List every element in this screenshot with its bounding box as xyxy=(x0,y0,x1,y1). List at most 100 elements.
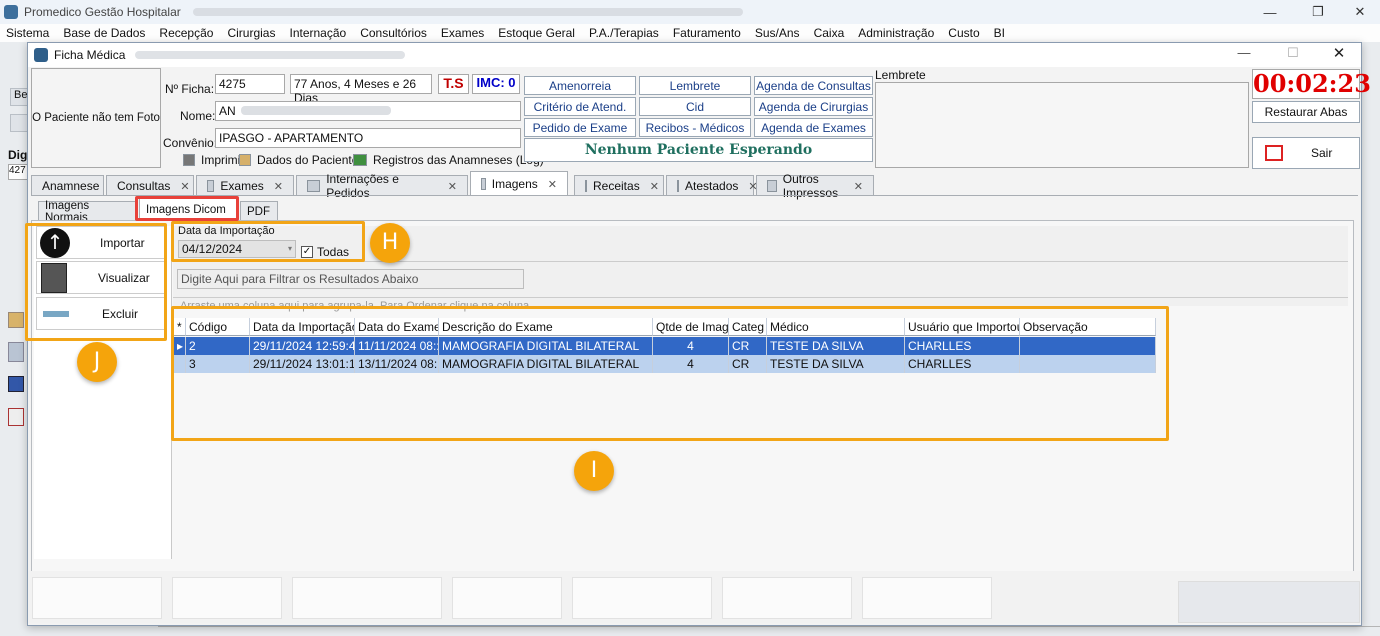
tab-label: Imagens xyxy=(491,177,538,191)
tab-icon xyxy=(585,180,587,192)
window-title-bar: Ficha Médica xyxy=(28,43,1361,67)
window-minimize-icon[interactable]: — xyxy=(1233,45,1255,65)
window-close-icon[interactable]: ✕ xyxy=(1328,44,1350,64)
menu-item-faturamento[interactable]: Faturamento xyxy=(673,26,741,40)
tab-atestados[interactable]: Atestados ✕ xyxy=(666,175,758,196)
tab-close-icon[interactable]: ✕ xyxy=(548,178,557,191)
menu-item-consult-rios[interactable]: Consultórios xyxy=(360,26,427,40)
tab-consultas[interactable]: Consultas ✕ xyxy=(106,175,194,196)
action-lembrete-button[interactable]: Lembrete xyxy=(639,76,751,95)
menu-item-bi[interactable]: BI xyxy=(994,26,1005,40)
menu-item-p-a-terapias[interactable]: P.A./Terapias xyxy=(589,26,659,40)
tab-icon xyxy=(307,180,321,192)
action-agenda-de-consultas-button[interactable]: Agenda de Consultas xyxy=(754,76,873,95)
tab-label: Anamnese xyxy=(42,179,100,193)
close-app-icon[interactable]: ✕ xyxy=(1338,0,1380,24)
sair-label: Sair xyxy=(1311,146,1333,160)
tab-anamnese[interactable]: Anamnese xyxy=(31,175,104,196)
tab-close-icon[interactable]: ✕ xyxy=(274,180,283,193)
bottom-toolbar-buttons xyxy=(32,577,992,621)
bottom-toolbar-button[interactable] xyxy=(172,577,282,619)
nome-blurred xyxy=(241,106,392,115)
tab-label: Exames xyxy=(220,179,264,193)
menu-item-administra-o[interactable]: Administração xyxy=(858,26,934,40)
action-crit-rio-de-atend--button[interactable]: Critério de Atend. xyxy=(524,97,636,116)
background-label: Dig xyxy=(8,148,28,162)
bottom-toolbar-button[interactable] xyxy=(292,577,442,619)
tab-close-icon[interactable]: ✕ xyxy=(854,180,863,193)
window-maximize-icon[interactable]: ☐ xyxy=(1282,45,1304,65)
menu-item-sistema[interactable]: Sistema xyxy=(6,26,49,40)
menu-item-recep-o[interactable]: Recepção xyxy=(159,26,213,40)
bottom-toolbar-button[interactable] xyxy=(452,577,562,619)
menu-item-sus-ans[interactable]: Sus/Ans xyxy=(755,26,800,40)
tab-outros-impressos[interactable]: Outros Impressos ✕ xyxy=(756,172,874,200)
patient-photo[interactable]: O Paciente não tem Foto xyxy=(31,68,161,168)
menu-item-estoque-geral[interactable]: Estoque Geral xyxy=(498,26,575,40)
imprimir-button[interactable]: Imprimir xyxy=(183,153,244,167)
tab-close-icon[interactable]: ✕ xyxy=(650,180,659,193)
bottom-toolbar-button[interactable] xyxy=(572,577,712,619)
bottom-toolbar-button[interactable] xyxy=(722,577,852,619)
window-title: Ficha Médica xyxy=(54,48,126,62)
app-logo-icon xyxy=(4,5,18,19)
search-input[interactable]: Digite Aqui para Filtrar os Resultados A… xyxy=(177,269,524,289)
menu-item-custo[interactable]: Custo xyxy=(948,26,979,40)
imc-badge: IMC: 0 xyxy=(472,74,520,94)
action-amenorreia-button[interactable]: Amenorreia xyxy=(524,76,636,95)
bottom-toolbar-button[interactable] xyxy=(862,577,992,619)
background-icon[interactable] xyxy=(8,408,24,426)
ficha-label: Nº Ficha: xyxy=(165,82,215,96)
window-logo-icon xyxy=(34,48,48,62)
restore-icon[interactable]: ❐ xyxy=(1296,0,1340,24)
highlight-h xyxy=(171,221,365,262)
background-icon[interactable] xyxy=(8,376,24,392)
dados-paciente-label: Dados do Paciente xyxy=(257,153,359,167)
menu-item-caixa[interactable]: Caixa xyxy=(814,26,845,40)
nome-field[interactable]: AN xyxy=(215,101,521,121)
callout-i: I xyxy=(574,451,614,491)
waiting-patients-button[interactable]: Nenhum Paciente Esperando xyxy=(524,138,873,162)
action-pedido-de-exame-button[interactable]: Pedido de Exame xyxy=(524,118,636,137)
background-icon[interactable] xyxy=(8,342,24,362)
tab-close-icon[interactable]: ✕ xyxy=(180,180,189,193)
subtab-pdf[interactable]: PDF xyxy=(240,201,278,221)
lembrete-textarea[interactable] xyxy=(875,82,1249,168)
callout-h: H xyxy=(370,223,410,263)
nome-value: AN xyxy=(219,104,236,118)
background-divider xyxy=(158,626,1380,636)
tab-close-icon[interactable]: ✕ xyxy=(448,180,457,193)
menu-item-exames[interactable]: Exames xyxy=(441,26,484,40)
tab-imagens[interactable]: Imagens ✕ xyxy=(470,171,568,196)
filter-divider-2 xyxy=(173,297,1348,298)
convenio-field[interactable]: IPASGO - APARTAMENTO xyxy=(215,128,521,148)
menu-item-cirurgias[interactable]: Cirurgias xyxy=(227,26,275,40)
app-title-blurred xyxy=(192,8,743,16)
minimize-icon[interactable]: — xyxy=(1248,0,1292,24)
menu-item-interna-o[interactable]: Internação xyxy=(289,26,346,40)
tab-icon xyxy=(677,180,679,192)
action-cid-button[interactable]: Cid xyxy=(639,97,751,116)
registros-button[interactable]: Registros das Anamneses (Log) xyxy=(353,153,544,167)
restaurar-abas-button[interactable]: Restaurar Abas xyxy=(1252,101,1360,123)
photo-text: O Paciente não tem Foto xyxy=(32,112,160,124)
patient-data-icon xyxy=(239,154,251,166)
tab-receitas[interactable]: Receitas ✕ xyxy=(574,175,664,196)
imprimir-label: Imprimir xyxy=(201,153,245,167)
tab-interna-es-e-pedidos[interactable]: Internações e Pedidos ✕ xyxy=(296,172,468,200)
window-title-blurred xyxy=(135,51,406,59)
tab-exames[interactable]: Exames ✕ xyxy=(196,175,294,196)
bottom-toolbar-button[interactable] xyxy=(32,577,162,619)
highlight-i xyxy=(171,306,1169,441)
action-agenda-de-exames-button[interactable]: Agenda de Exames xyxy=(754,118,873,137)
background-icon[interactable] xyxy=(8,312,24,328)
dados-paciente-button[interactable]: Dados do Paciente xyxy=(239,153,358,167)
ficha-field[interactable]: 4275 xyxy=(215,74,285,94)
ts-badge[interactable]: T.S xyxy=(438,74,469,94)
highlight-j xyxy=(25,223,167,341)
action-agenda-de-cirurgias-button[interactable]: Agenda de Cirurgias xyxy=(754,97,873,116)
sair-button[interactable]: Sair xyxy=(1252,137,1360,169)
subtab-imagens-normais[interactable]: Imagens Normais xyxy=(38,200,136,224)
action-recibos-m-dicos-button[interactable]: Recibos - Médicos xyxy=(639,118,751,137)
menu-item-base-de-dados[interactable]: Base de Dados xyxy=(63,26,145,40)
